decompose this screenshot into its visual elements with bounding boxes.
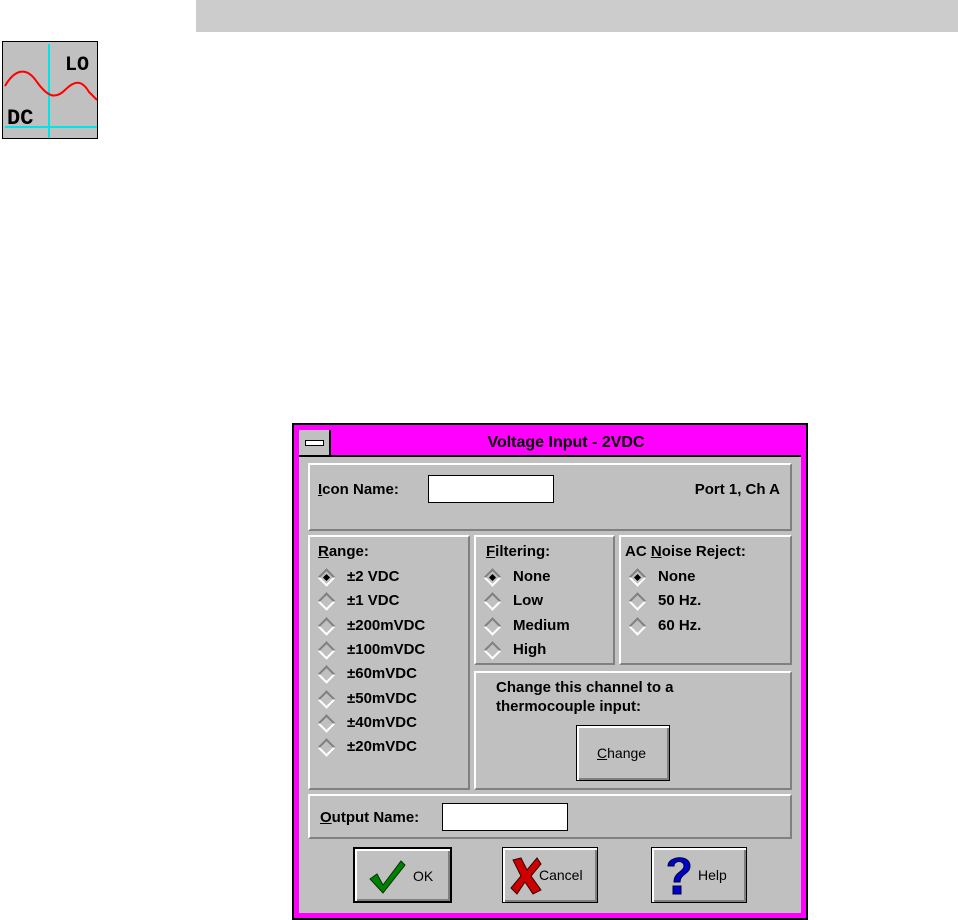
filtering-option-label: High: [513, 640, 547, 658]
dialog-title: Voltage Input - 2VDC: [487, 434, 645, 451]
radio-diamond-icon: [628, 616, 647, 636]
ac-noise-option-label: 50 Hz.: [658, 592, 702, 610]
filtering-panel: Filtering: None Low Medium High: [474, 535, 615, 665]
radio-diamond-icon: [317, 714, 336, 733]
radio-diamond-icon: [317, 738, 336, 757]
change-button[interactable]: Change: [576, 725, 670, 781]
waveform-icon: LO DC: [4, 44, 98, 138]
icon-name-panel: Icon Name: Port 1, Ch A: [308, 463, 792, 531]
cancel-button-label: Cancel: [539, 867, 583, 883]
change-text-line2: thermocouple input:: [496, 698, 641, 715]
range-option-label: ±20mVDC: [347, 738, 417, 756]
radio-diamond-icon: [483, 568, 502, 587]
range-label: Range:: [318, 543, 369, 560]
radio-diamond-icon: [483, 592, 502, 611]
icon-top-label: LO: [65, 54, 89, 77]
icon-bottom-label: DC: [7, 106, 33, 131]
radio-diamond-icon: [317, 665, 336, 684]
voltage-dc-icon[interactable]: LO DC: [2, 41, 98, 139]
range-option-label: ±2 VDC: [347, 568, 400, 585]
ok-button-label: OK: [413, 868, 434, 884]
change-button-label: Change: [597, 745, 647, 761]
range-option-label: ±100mVDC: [347, 640, 426, 658]
title-bar[interactable]: Voltage Input - 2VDC: [299, 430, 801, 457]
radio-diamond-icon: [317, 641, 336, 660]
output-name-panel: Output Name:: [308, 794, 792, 839]
change-text-line1: Change this channel to a: [496, 679, 674, 696]
cancel-button[interactable]: Cancel: [502, 847, 598, 903]
radio-diamond-icon: [483, 616, 502, 636]
range-option-label: ±1 VDC: [347, 592, 400, 610]
radio-diamond-icon: [628, 568, 647, 587]
icon-name-input[interactable]: [428, 475, 554, 503]
help-button-label: Help: [698, 867, 727, 883]
ac-noise-panel: AC Noise Reject: None 50 Hz. 60 Hz.: [619, 535, 792, 665]
question-mark-icon: [667, 857, 691, 895]
range-panel: Range: ±2 VDC ±1 VDC ±200mVDC ±100mVDC ±60mV…: [308, 535, 470, 790]
ac-noise-option-label: 60 Hz.: [658, 616, 702, 634]
system-menu-icon[interactable]: [299, 430, 331, 455]
filtering-option-label: Low: [513, 592, 543, 610]
radio-diamond-icon: [317, 592, 336, 611]
voltage-input-dialog: Voltage Input - 2VDC Icon Name: Port 1, …: [292, 423, 808, 920]
range-option-label: ±200mVDC: [347, 616, 426, 634]
radio-diamond-icon: [317, 616, 336, 636]
filtering-label: Filtering:: [486, 543, 551, 560]
output-name-label: Output Name:: [320, 809, 420, 826]
ok-button[interactable]: OK: [353, 847, 452, 903]
ac-noise-option-label: None: [658, 568, 696, 585]
radio-diamond-icon: [317, 568, 336, 587]
x-icon: [510, 857, 542, 895]
range-option-label: ±50mVDC: [347, 689, 417, 707]
range-option-label: ±60mVDC: [347, 665, 417, 683]
help-button[interactable]: Help: [651, 847, 747, 903]
change-panel: Change this channel to a thermocouple in…: [474, 671, 792, 790]
output-name-input[interactable]: [442, 803, 568, 831]
radio-diamond-icon: [628, 592, 647, 611]
radio-diamond-icon: [317, 689, 336, 709]
checkmark-icon: [369, 860, 406, 894]
ac-noise-label: AC Noise Reject:: [625, 543, 746, 560]
filtering-option-label: Medium: [513, 616, 570, 634]
radio-diamond-icon: [483, 641, 502, 660]
filtering-option-label: None: [513, 568, 551, 585]
range-option-label: ±40mVDC: [347, 713, 417, 731]
icon-name-label: Icon Name:: [318, 481, 399, 498]
top-gray-bar: [196, 0, 958, 32]
port-label: Port 1, Ch A: [694, 481, 780, 498]
